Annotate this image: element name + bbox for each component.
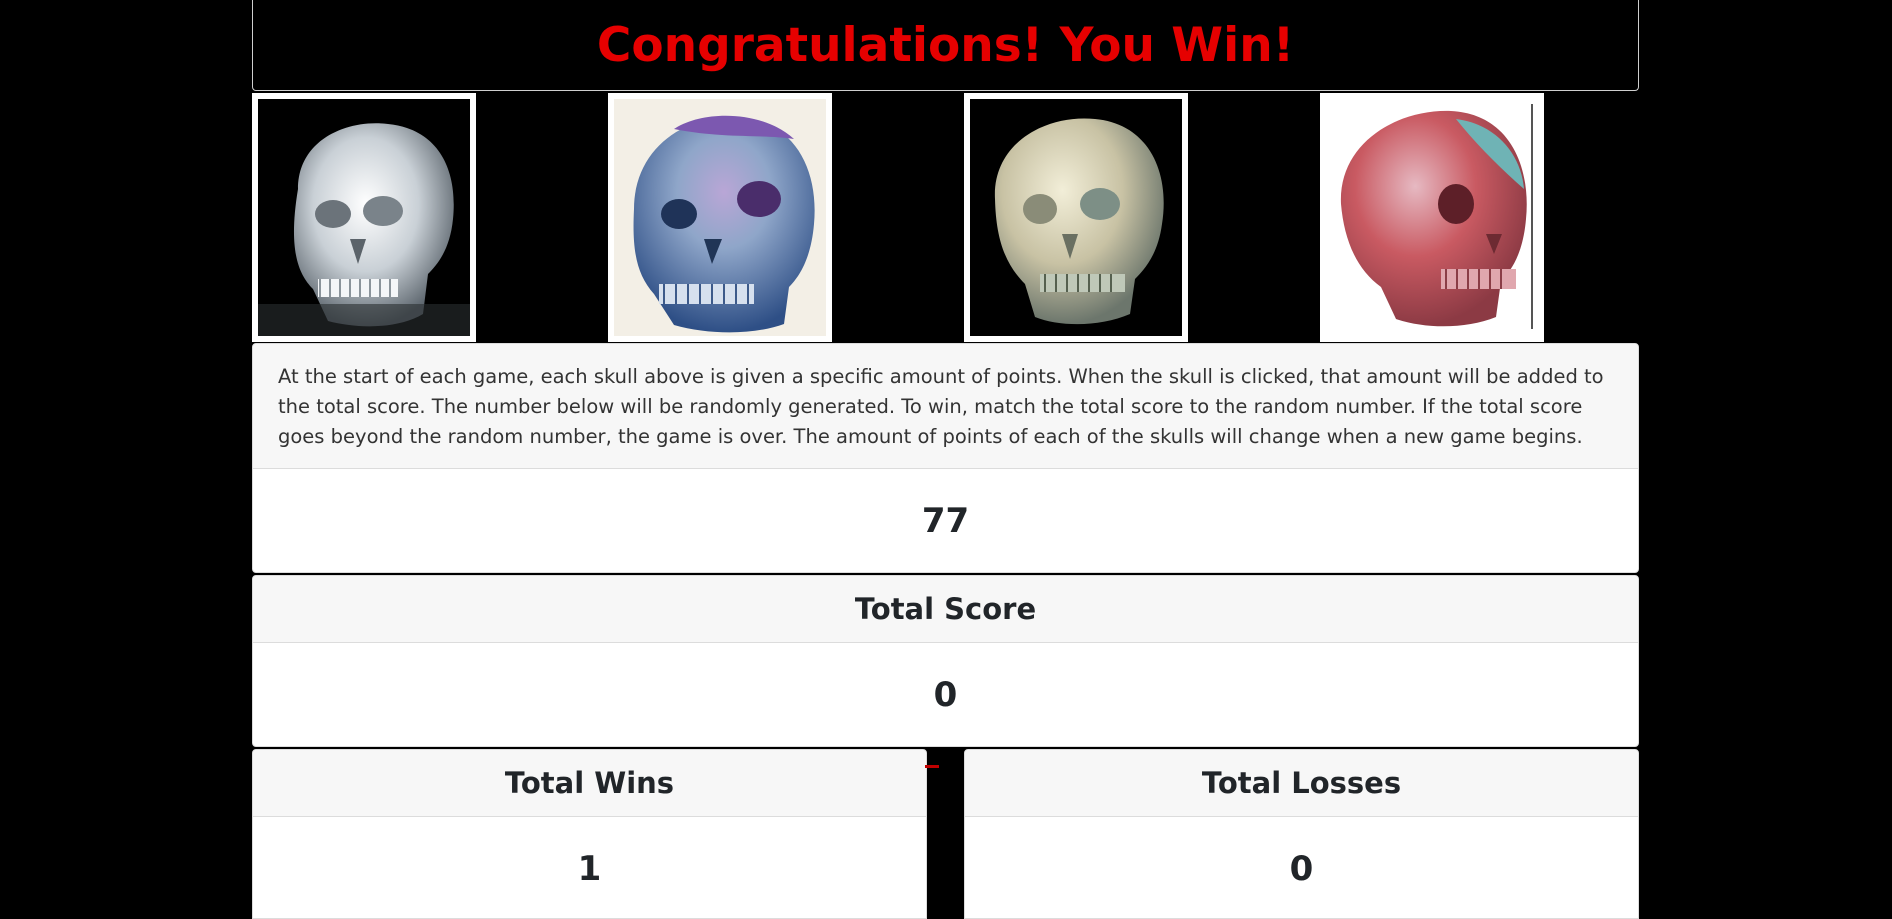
random-target-number: 77: [921, 500, 970, 541]
clear-quartz-skull-image: [258, 99, 470, 336]
smoky-quartz-skull-image: [970, 99, 1182, 336]
red-jasper-skull-image: [1326, 99, 1538, 336]
total-losses-card: Total Losses 0: [964, 749, 1639, 919]
decorative-mark: [925, 765, 939, 768]
total-losses-value: 0: [1289, 848, 1314, 889]
skull-row: [252, 91, 1639, 343]
stats-row: Total Wins 1 Total Losses 0: [252, 749, 1639, 919]
total-wins-label: Total Wins: [253, 750, 926, 817]
total-wins-card: Total Wins 1: [252, 749, 927, 919]
total-losses-label: Total Losses: [965, 750, 1638, 817]
skull-button-1[interactable]: [252, 93, 476, 342]
instructions-text: At the start of each game, each skull ab…: [253, 344, 1638, 469]
win-message: Congratulations! You Win!: [596, 18, 1295, 73]
game-container: Congratulations! You Win! At the start o…: [252, 0, 1639, 919]
skull-button-4[interactable]: [1320, 93, 1544, 342]
result-banner: Congratulations! You Win!: [252, 0, 1639, 91]
total-score-card: Total Score 0: [252, 575, 1639, 747]
skull-button-3[interactable]: [964, 93, 1188, 342]
skull-button-2[interactable]: [608, 93, 832, 342]
instructions-card: At the start of each game, each skull ab…: [252, 343, 1639, 573]
blue-agate-skull-image: [614, 99, 826, 336]
total-score-label: Total Score: [253, 576, 1638, 643]
total-score-value: 0: [933, 674, 958, 715]
total-wins-value: 1: [577, 848, 602, 889]
